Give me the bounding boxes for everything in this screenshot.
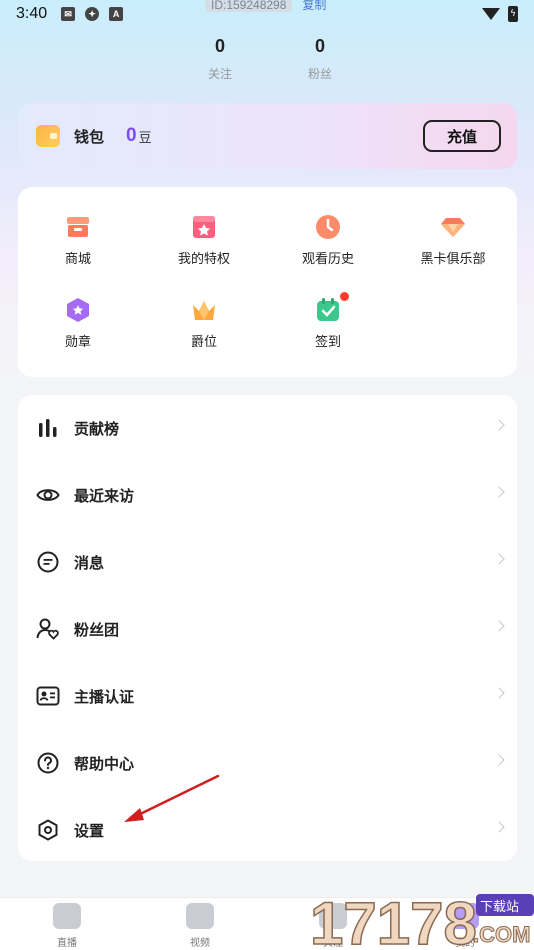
fans-label: 粉丝 xyxy=(307,67,332,81)
user-id-row: ID:159248298 复制 xyxy=(205,0,326,13)
chevron-right-icon xyxy=(493,620,505,632)
menu-item-contribution-rank[interactable]: 贡献榜 xyxy=(18,395,517,461)
feature-shop[interactable]: 商城 xyxy=(23,214,133,267)
menu-list: 贡献榜 最近来访 消息 粉丝团 主播认证 帮助中心 设置 xyxy=(18,395,517,861)
chevron-right-icon xyxy=(493,687,505,699)
feature-privilege[interactable]: 我的特权 xyxy=(149,214,259,267)
wallet-card[interactable]: 钱包 0 豆 充值 xyxy=(18,103,517,169)
new-badge-dot xyxy=(340,292,349,301)
message-icon: ✉ xyxy=(61,7,76,21)
menu-label: 最近来访 xyxy=(74,486,135,505)
menu-item-settings[interactable]: 设置 xyxy=(18,797,517,863)
feature-label: 爵位 xyxy=(190,335,217,350)
eye-icon xyxy=(36,483,60,507)
tab-video[interactable]: 视频 xyxy=(165,903,235,949)
menu-item-messages[interactable]: 消息 xyxy=(18,529,517,595)
watermark-digits: 17178 xyxy=(310,890,477,950)
annotation-arrow xyxy=(124,774,220,822)
message-bubble-icon xyxy=(36,550,60,574)
wallet-amount: 0 xyxy=(126,125,137,146)
menu-item-recent-visitors[interactable]: 最近来访 xyxy=(18,462,517,528)
feature-history[interactable]: 观看历史 xyxy=(273,214,383,267)
diamond-icon xyxy=(440,214,466,240)
video-camera-icon xyxy=(186,903,214,929)
shop-icon xyxy=(65,214,91,240)
feature-label: 签到 xyxy=(314,335,341,350)
crown-icon xyxy=(191,297,217,323)
live-tv-icon xyxy=(53,903,81,929)
checkin-calendar-icon xyxy=(315,292,349,323)
app-a-icon: A xyxy=(109,7,124,21)
watermark-tag: 下载站 xyxy=(480,900,519,915)
tab-label: 直播 xyxy=(57,938,77,949)
profile-stats: 0 关注 0 粉丝 xyxy=(180,36,360,82)
chevron-right-icon xyxy=(493,553,505,565)
following-label: 关注 xyxy=(207,67,232,81)
menu-label: 设置 xyxy=(74,821,105,840)
chevron-right-icon xyxy=(493,486,505,498)
status-time: 3:40 xyxy=(16,5,48,22)
fans-count: 0 xyxy=(314,36,325,56)
following-count: 0 xyxy=(214,36,225,56)
feature-medal[interactable]: 勋章 xyxy=(23,297,133,350)
medal-icon xyxy=(65,297,91,323)
recharge-button[interactable]: 充值 xyxy=(423,120,501,152)
wallet-icon xyxy=(36,125,60,147)
wifi-icon xyxy=(482,8,500,20)
chevron-right-icon xyxy=(493,754,505,766)
menu-label: 粉丝团 xyxy=(74,620,120,639)
tab-live[interactable]: 直播 xyxy=(32,903,102,949)
wallet-label: 钱包 xyxy=(74,127,105,146)
feature-checkin[interactable]: 签到 xyxy=(273,292,383,350)
privilege-icon xyxy=(191,214,217,240)
history-clock-icon xyxy=(315,214,341,240)
wallet-unit: 豆 xyxy=(138,130,152,146)
user-id: ID:159248298 xyxy=(205,0,293,12)
stat-fans[interactable]: 0 粉丝 xyxy=(280,36,360,82)
globe-icon: ✦ xyxy=(85,7,100,21)
feature-label: 勋章 xyxy=(64,335,91,350)
menu-item-help-center[interactable]: 帮助中心 xyxy=(18,730,517,796)
watermark-domain: .COM xyxy=(473,922,530,947)
id-card-icon xyxy=(36,684,60,708)
chevron-right-icon xyxy=(493,821,505,833)
feature-label: 观看历史 xyxy=(301,252,354,267)
features-grid: 商城 我的特权 观看历史 黑卡俱乐部 勋章 爵位 签到 xyxy=(18,187,517,377)
menu-label: 主播认证 xyxy=(74,687,135,706)
feature-black-card-club[interactable]: 黑卡俱乐部 xyxy=(398,214,508,267)
help-icon xyxy=(36,751,60,775)
feature-label: 商城 xyxy=(64,252,91,267)
menu-label: 贡献榜 xyxy=(74,419,120,438)
feature-nobility[interactable]: 爵位 xyxy=(149,297,259,350)
menu-item-fan-club[interactable]: 粉丝团 xyxy=(18,596,517,662)
battery-icon: ϟ xyxy=(508,6,518,22)
feature-label: 黑卡俱乐部 xyxy=(420,252,486,267)
tab-label: 视频 xyxy=(190,938,210,949)
ranking-bars-icon xyxy=(36,416,60,440)
fan-club-icon xyxy=(36,617,60,641)
stat-following[interactable]: 0 关注 xyxy=(180,36,260,82)
chevron-right-icon xyxy=(493,419,505,431)
feature-label: 我的特权 xyxy=(177,252,230,267)
copy-id-link[interactable]: 复制 xyxy=(302,0,326,13)
watermark-logo: 17178 下载站 .COM xyxy=(309,889,534,950)
menu-label: 消息 xyxy=(74,553,105,572)
settings-hexagon-icon xyxy=(36,818,60,842)
menu-item-anchor-verification[interactable]: 主播认证 xyxy=(18,663,517,729)
